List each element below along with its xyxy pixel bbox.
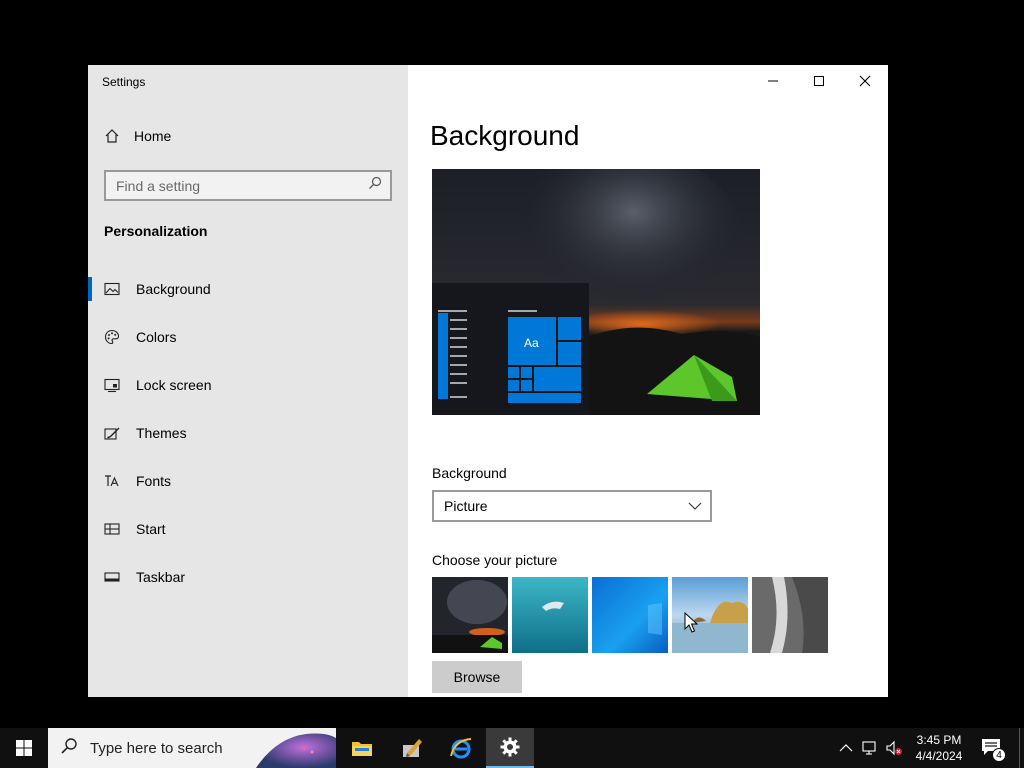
sidebar-item-label: Lock screen (136, 377, 212, 393)
mouse-cursor-icon (684, 612, 698, 633)
internet-explorer-app[interactable] (437, 728, 485, 768)
search-placeholder: Find a setting (116, 177, 201, 194)
file-explorer-icon (352, 742, 372, 756)
sidebar-item-label: Background (136, 281, 211, 297)
background-type-dropdown[interactable]: Picture (432, 490, 712, 522)
taskbar: Type here to search 3:45 PM 4/4/2024 4 (0, 728, 1024, 768)
fonts-icon (104, 473, 120, 489)
sidebar-item-label: Fonts (136, 473, 172, 489)
settings-gear-icon (500, 737, 520, 757)
choose-picture-label: Choose your picture (432, 552, 558, 568)
sidebar-item-taskbar[interactable]: Taskbar (88, 553, 408, 601)
taskbar-icon (104, 569, 120, 585)
section-title: Personalization (104, 223, 208, 239)
page-title: Background (430, 120, 580, 151)
minimize-icon (768, 80, 778, 82)
clock-time: 3:45 PM (916, 733, 962, 747)
windows-logo-icon (16, 740, 32, 756)
maximize-icon (814, 76, 824, 86)
network-tray-button[interactable] (862, 740, 878, 756)
sidebar-nav: Background Colors Lock screen Themes Fon… (88, 265, 408, 601)
background-preview: Aa (432, 169, 760, 415)
internet-explorer-icon (450, 738, 472, 759)
start-menu-mock: Aa (432, 283, 589, 415)
file-explorer-app[interactable] (338, 728, 386, 768)
clock-date: 4/4/2024 (915, 749, 963, 763)
sidebar-item-label: Themes (136, 425, 187, 441)
thumbnail-underwater[interactable] (512, 577, 588, 653)
picture-thumbnails (432, 577, 828, 653)
dropdown-value: Picture (444, 498, 488, 514)
sidebar-item-start[interactable]: Start (88, 505, 408, 553)
browse-button[interactable]: Browse (432, 661, 522, 693)
show-hidden-icons-button[interactable] (838, 740, 854, 756)
window-title: Settings (102, 75, 146, 89)
pen-app[interactable] (388, 728, 436, 768)
volume-muted-icon (886, 740, 902, 756)
action-center-button[interactable]: 4 (980, 736, 1006, 762)
sidebar-item-background[interactable]: Background (88, 265, 408, 313)
thumbnail-windows-blue[interactable] (592, 577, 668, 653)
chevron-down-icon (688, 497, 702, 515)
close-icon (859, 75, 871, 87)
sidebar: Settings Home Find a setting Personaliza… (88, 65, 408, 697)
taskbar-search-placeholder: Type here to search (90, 739, 223, 757)
start-button[interactable] (0, 728, 48, 768)
sidebar-item-label: Taskbar (136, 569, 186, 585)
find-setting-search[interactable]: Find a setting (104, 170, 392, 201)
chevron-up-icon (839, 744, 853, 752)
home-label: Home (134, 128, 172, 144)
maximize-button[interactable] (796, 65, 842, 97)
search-highlight-graphic (256, 733, 336, 768)
sidebar-item-label: Start (136, 521, 166, 537)
settings-window: Settings Home Find a setting Personaliza… (88, 65, 888, 697)
close-button[interactable] (842, 65, 888, 97)
sidebar-item-colors[interactable]: Colors (88, 313, 408, 361)
search-icon[interactable] (368, 176, 382, 195)
sidebar-item-themes[interactable]: Themes (88, 409, 408, 457)
show-desktop-button[interactable] (1019, 728, 1024, 768)
pen-app-icon (403, 739, 422, 757)
lock-screen-icon (104, 377, 120, 393)
caption-buttons (750, 65, 888, 97)
network-icon (862, 741, 876, 755)
picture-icon (104, 281, 120, 297)
search-icon (60, 737, 78, 760)
start-menu-graphic: Aa (438, 310, 581, 403)
notification-count-badge: 4 (992, 748, 1006, 762)
minimize-button[interactable] (750, 65, 796, 97)
sidebar-item-lock-screen[interactable]: Lock screen (88, 361, 408, 409)
volume-tray-button[interactable] (886, 740, 902, 756)
start-icon (104, 521, 120, 537)
thumbnail-waterfall-cliff[interactable] (752, 577, 828, 653)
taskbar-search-box[interactable]: Type here to search (48, 728, 336, 768)
settings-app[interactable] (486, 728, 534, 768)
home-icon (104, 128, 120, 144)
sidebar-item-label: Colors (136, 329, 177, 345)
home-link[interactable]: Home (104, 128, 171, 144)
taskbar-clock[interactable]: 3:45 PM 4/4/2024 (910, 732, 968, 764)
main-content: Background Aa Background Picture Choose … (408, 65, 888, 697)
background-label: Background (432, 465, 507, 481)
palette-icon (104, 329, 120, 345)
sidebar-item-fonts[interactable]: Fonts (88, 457, 408, 505)
thumbnail-night-tent[interactable] (432, 577, 508, 653)
themes-icon (104, 425, 120, 441)
preview-tile-text: Aa (524, 336, 539, 350)
